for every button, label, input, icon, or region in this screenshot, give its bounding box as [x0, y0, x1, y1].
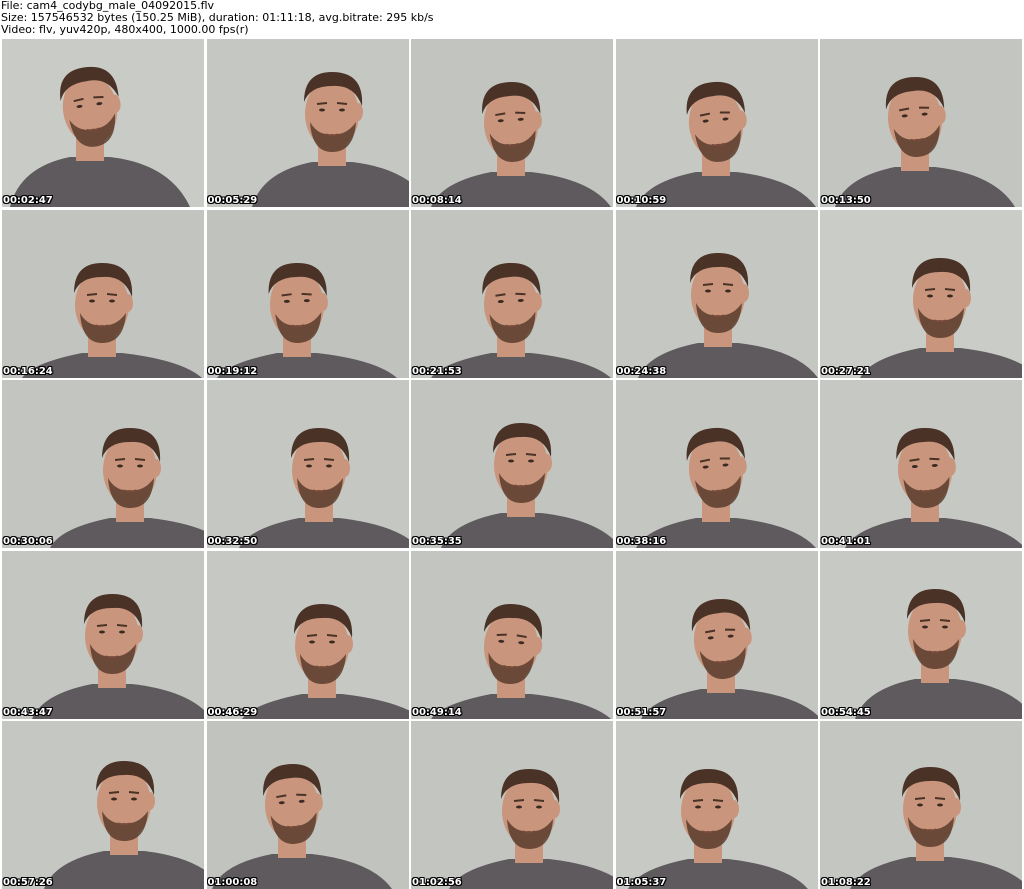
video-thumbnail: 00:19:12 — [206, 209, 409, 378]
frame-image — [411, 39, 613, 207]
video-thumbnail: 00:43:47 — [2, 550, 204, 719]
frame-timestamp: 00:57:26 — [3, 877, 53, 888]
video-thumbnail: 00:27:21 — [820, 209, 1022, 378]
frame-timestamp: 00:08:14 — [412, 195, 462, 206]
video-thumbnail: 00:16:24 — [2, 209, 204, 378]
frame-image — [2, 721, 204, 889]
frame-image — [411, 721, 613, 889]
frame-image — [206, 721, 409, 889]
frame-timestamp: 00:30:06 — [3, 536, 53, 547]
frame-image — [820, 721, 1022, 889]
frame-timestamp: 00:10:59 — [616, 195, 667, 206]
video-thumbnail: 00:41:01 — [820, 380, 1022, 548]
frame-image — [820, 380, 1022, 548]
frame-timestamp: 00:41:01 — [821, 536, 871, 547]
frame-timestamp: 00:13:50 — [821, 195, 871, 206]
video-info-line: Video: flv, yuv420p, 480x400, 1000.00 fp… — [1, 23, 249, 36]
frame-timestamp: 01:08:22 — [821, 877, 871, 888]
video-thumbnail: 01:05:37 — [615, 721, 818, 889]
video-thumbnail: 00:57:26 — [2, 721, 204, 889]
video-thumbnail: 01:00:08 — [206, 721, 409, 889]
video-thumbnail: 00:49:14 — [411, 550, 613, 719]
frame-image — [615, 209, 818, 378]
video-thumbnail: 00:21:53 — [411, 209, 613, 378]
frame-image — [2, 39, 204, 207]
frame-image — [411, 550, 613, 719]
frame-image — [206, 209, 409, 378]
video-thumbnail: 00:24:38 — [615, 209, 818, 378]
thumbnail-grid: 00:02:47 00:05:29 00:08:14 00:10:59 00:13:50… — [2, 39, 1022, 889]
frame-image — [206, 39, 409, 207]
video-thumbnail: 00:46:29 — [206, 550, 409, 719]
frame-timestamp: 00:35:35 — [412, 536, 462, 547]
frame-timestamp: 00:49:14 — [412, 706, 462, 718]
video-thumbnail: 00:02:47 — [2, 39, 204, 207]
frame-timestamp: 00:46:29 — [207, 706, 258, 718]
frame-timestamp: 00:19:12 — [207, 365, 258, 377]
frame-timestamp: 00:38:16 — [616, 536, 667, 547]
frame-image — [2, 550, 204, 719]
video-thumbnail: 00:13:50 — [820, 39, 1022, 207]
frame-image — [2, 209, 204, 378]
file-info-header: File: cam4_codybg_male_04092015.flv Size… — [0, 0, 1024, 38]
frame-image — [2, 380, 204, 548]
video-thumbnail: 00:32:50 — [206, 380, 409, 548]
frame-timestamp: 00:43:47 — [3, 706, 53, 718]
frame-image — [820, 550, 1022, 719]
frame-timestamp: 00:32:50 — [207, 536, 258, 547]
video-thumbnail: 00:51:57 — [615, 550, 818, 719]
frame-timestamp: 00:24:38 — [616, 365, 667, 377]
frame-image — [615, 721, 818, 889]
frame-image — [615, 380, 818, 548]
video-thumbnail: 00:30:06 — [2, 380, 204, 548]
frame-image — [411, 380, 613, 548]
frame-image — [411, 209, 613, 378]
frame-timestamp: 00:21:53 — [412, 365, 462, 377]
frame-image — [615, 39, 818, 207]
frame-timestamp: 01:00:08 — [207, 877, 258, 888]
frame-timestamp: 01:05:37 — [616, 877, 667, 888]
video-thumbnail: 00:10:59 — [615, 39, 818, 207]
frame-timestamp: 00:05:29 — [207, 195, 258, 206]
video-thumbnail: 01:08:22 — [820, 721, 1022, 889]
frame-timestamp: 01:02:56 — [412, 877, 462, 888]
video-thumbnail: 00:05:29 — [206, 39, 409, 207]
video-thumbnail: 00:54:45 — [820, 550, 1022, 719]
frame-timestamp: 00:51:57 — [616, 706, 667, 718]
frame-image — [206, 550, 409, 719]
video-thumbnail: 01:02:56 — [411, 721, 613, 889]
frame-timestamp: 00:02:47 — [3, 195, 53, 206]
frame-image — [206, 380, 409, 548]
frame-timestamp: 00:16:24 — [3, 365, 53, 377]
frame-image — [820, 39, 1022, 207]
frame-timestamp: 00:27:21 — [821, 365, 871, 377]
frame-timestamp: 00:54:45 — [821, 706, 871, 718]
frame-image — [820, 209, 1022, 378]
frame-image — [615, 550, 818, 719]
video-thumbnail: 00:08:14 — [411, 39, 613, 207]
video-thumbnail: 00:38:16 — [615, 380, 818, 548]
video-thumbnail: 00:35:35 — [411, 380, 613, 548]
